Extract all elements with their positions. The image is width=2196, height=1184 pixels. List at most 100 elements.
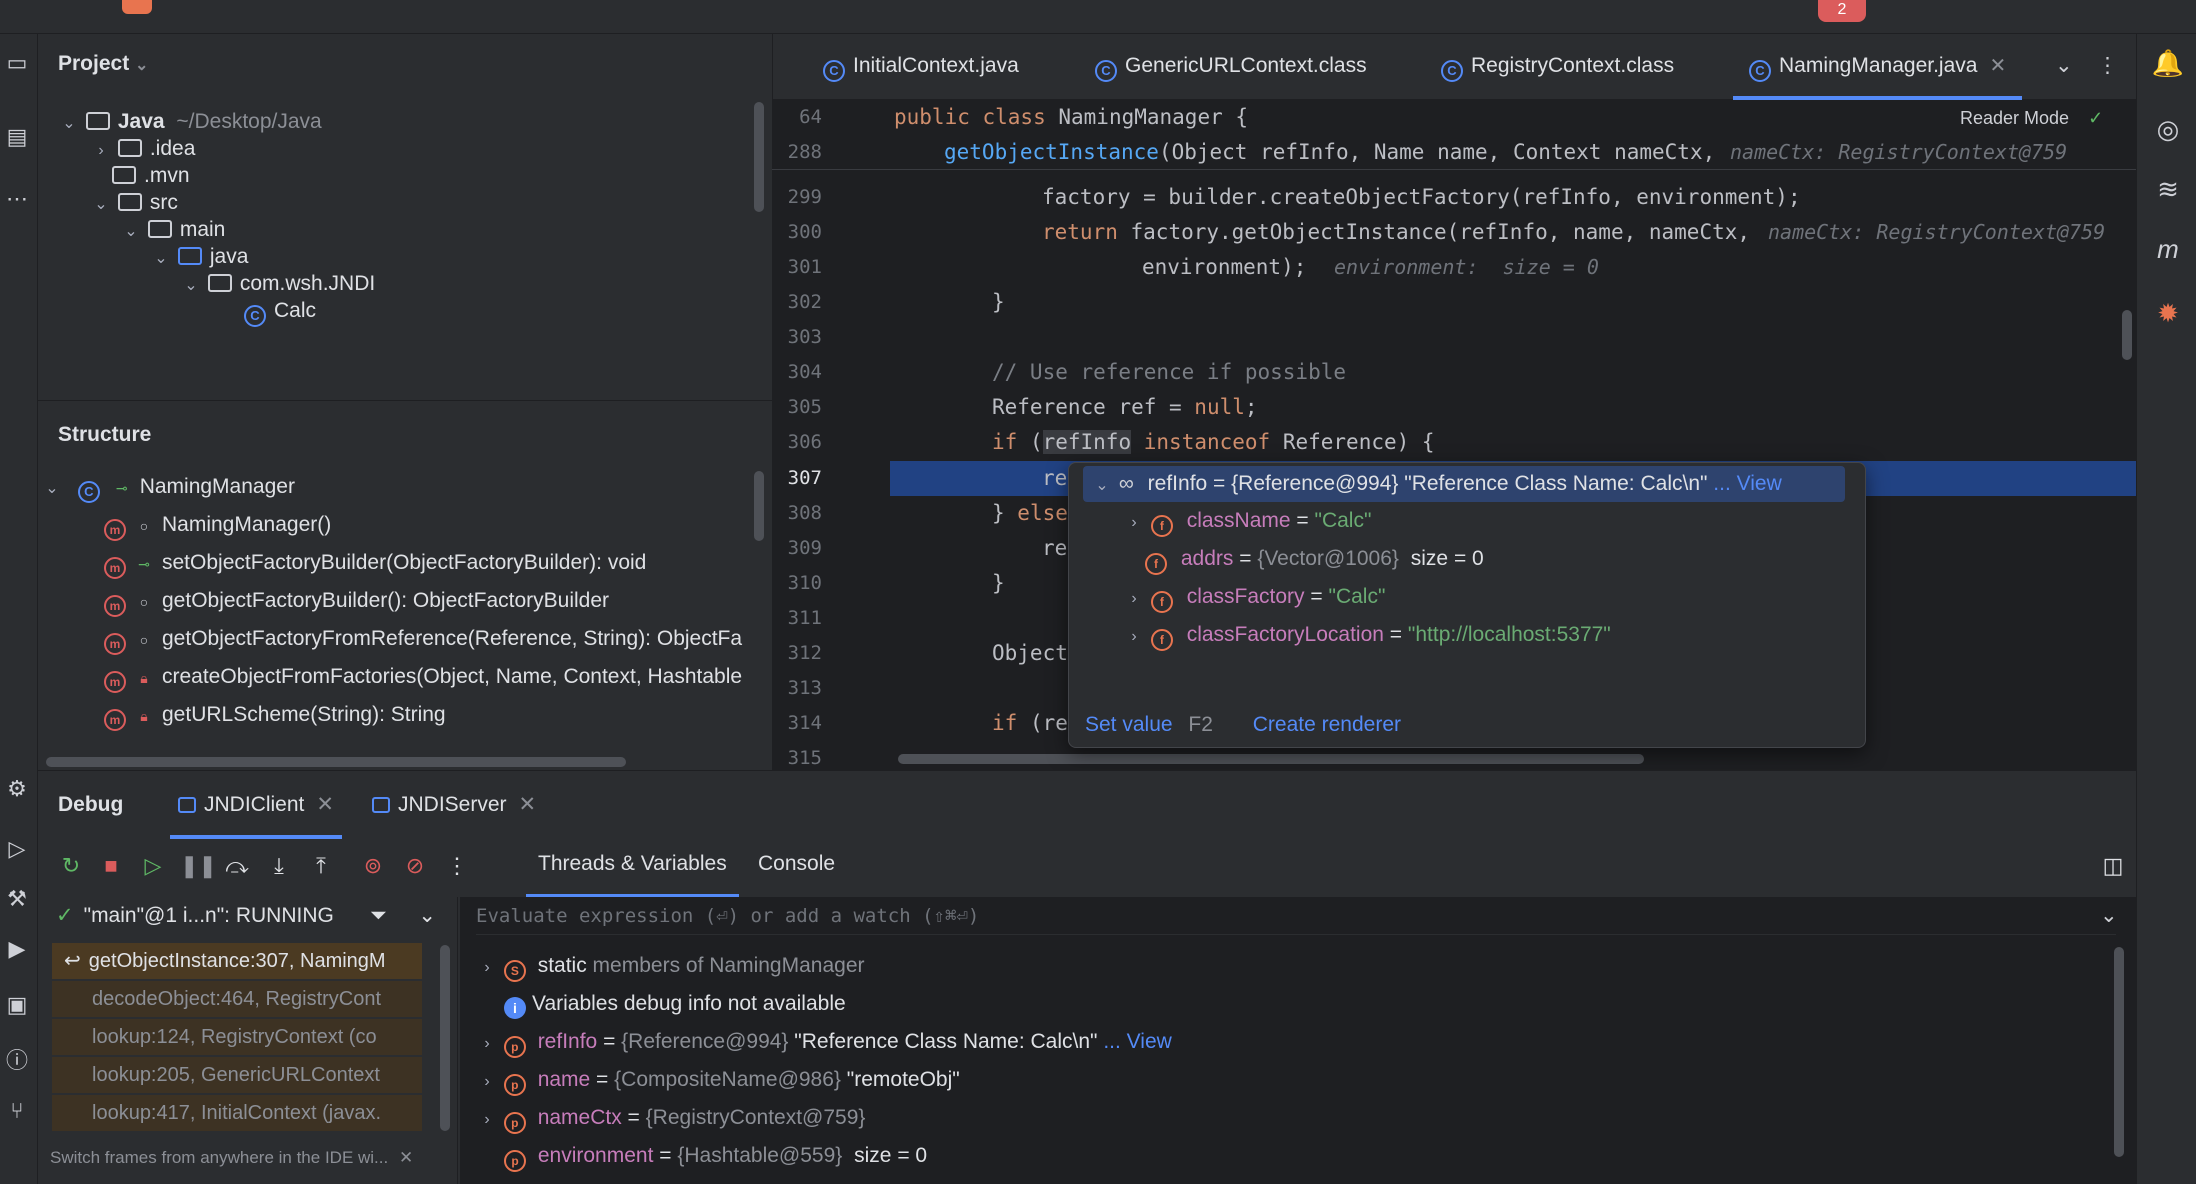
git-icon[interactable]: ⑂	[2, 1096, 32, 1126]
variable-row[interactable]: › p refInfo = {Reference@994} "Reference…	[476, 1023, 1172, 1061]
popup-root-row[interactable]: ⌄ ∞ refInfo = {Reference@994} "Reference…	[1083, 466, 1845, 502]
notification-badge[interactable]: 2	[1818, 0, 1866, 22]
close-icon[interactable]: ✕	[399, 1148, 413, 1167]
mute-breakpoints-icon[interactable]: ⊘	[400, 851, 430, 881]
variable-row[interactable]: › p nameCtx = {RegistryContext@759}	[476, 1099, 865, 1137]
view-link[interactable]: ... View	[1103, 1030, 1171, 1053]
package-private-icon: ○	[139, 518, 149, 534]
session-tab-jndiserver[interactable]: JNDIServer ✕	[372, 771, 536, 839]
right-tool-strip: 🔔 ◎ ≋ m ✹	[2136, 34, 2196, 1184]
database-icon[interactable]: ≋	[2151, 172, 2185, 206]
rerun-icon[interactable]: ↻	[56, 851, 86, 881]
structure-scrollbar[interactable]	[754, 471, 764, 541]
reader-mode-button[interactable]: Reader Mode ✓	[1960, 108, 2103, 129]
variable-row[interactable]: › p name = {CompositeName@986} "remoteOb…	[476, 1061, 960, 1099]
frames-scrollbar[interactable]	[440, 945, 450, 1131]
problems-icon[interactable]: ⓘ	[2, 1046, 32, 1076]
tab-threads-variables[interactable]: Threads & Variables	[526, 831, 739, 897]
filter-icon[interactable]: ⏷	[370, 904, 387, 927]
popup-field-row[interactable]: › f classFactory = "Calc"	[1123, 579, 1385, 615]
tabs-more-icon[interactable]: ⋮	[2097, 34, 2118, 100]
structure-member[interactable]: m ○ getObjectFactoryBuilder(): ObjectFacto…	[104, 583, 609, 619]
tab-namingmanager[interactable]: C NamingManager.java ✕	[1733, 34, 2023, 100]
structure-member[interactable]: m ○ NamingManager()	[104, 507, 331, 543]
code-line: Object	[992, 641, 1068, 665]
line-number: 301	[787, 256, 822, 278]
structure-hscrollbar[interactable]	[46, 757, 626, 767]
tabs-dropdown-icon[interactable]: ⌄	[2055, 34, 2073, 100]
close-icon[interactable]: ✕	[519, 793, 537, 816]
sticky-header: 64 public class NamingManager { 288 getO…	[772, 100, 2136, 170]
code-comment: // Use reference if possible	[992, 360, 1347, 384]
view-breakpoints-icon[interactable]: ⊚	[358, 851, 388, 881]
set-value-link[interactable]: Set value	[1085, 713, 1173, 736]
static-method-icon: m	[104, 633, 126, 655]
layout-icon[interactable]: ▤	[2, 122, 32, 152]
view-link[interactable]: ... View	[1713, 472, 1781, 495]
editor-hscrollbar[interactable]	[898, 754, 1644, 764]
project-scrollbar[interactable]	[754, 102, 764, 212]
structure-class[interactable]: ⌄ C ⊸ NamingManager	[38, 469, 295, 505]
close-icon[interactable]: ✕	[1989, 55, 2006, 77]
frame-item[interactable]: lookup:205, GenericURLContext	[52, 1057, 422, 1093]
structure-member[interactable]: m ○ getObjectFactoryFromReference(Referenc…	[104, 621, 742, 657]
terminal-icon[interactable]: ▣	[2, 990, 32, 1020]
structure-member[interactable]: m 🔒︎ getURLScheme(String): String	[104, 697, 446, 733]
class-icon: C	[1749, 60, 1771, 82]
method-icon: m	[104, 519, 126, 541]
project-title[interactable]: Project ⌄	[58, 52, 148, 76]
popup-field-row[interactable]: › f className = "Calc"	[1123, 503, 1371, 539]
evaluate-input[interactable]: Evaluate expression (⏎) or add a watch (…	[476, 897, 2116, 935]
session-tab-jndiclient[interactable]: JNDIClient ✕	[170, 771, 342, 839]
resume-icon[interactable]: ▷	[138, 851, 168, 881]
popup-field-row[interactable]: f addrs = {Vector@1006} size = 0	[1145, 541, 1484, 577]
chevron-right-icon: ›	[484, 1073, 490, 1090]
folder-icon[interactable]: ▭	[2, 48, 32, 78]
ai-chat-icon[interactable]: ◎	[2151, 112, 2185, 146]
pause-icon[interactable]: ❚❚	[180, 851, 217, 881]
debug-icon[interactable]: ⚙	[2, 774, 32, 804]
maven-icon[interactable]: m	[2151, 232, 2185, 266]
tree-item-calc[interactable]: C Calc	[244, 293, 316, 329]
frame-item[interactable]: decodeObject:464, RegistryCont	[52, 981, 422, 1017]
debug-panel: Debug JNDIClient ✕ JNDIServer ✕ ↻ ■ ▷ ❚❚ ⤼…	[38, 770, 2136, 1184]
layout-icon[interactable]: ◫	[2098, 851, 2128, 881]
info-row: i Variables debug info not available	[504, 985, 846, 1023]
tab-registrycontext[interactable]: C RegistryContext.class	[1441, 34, 1674, 100]
stop-icon[interactable]: ■	[96, 851, 126, 881]
create-renderer-link[interactable]: Create renderer	[1253, 713, 1401, 736]
plugin-icon[interactable]: ✹	[2151, 296, 2185, 330]
tab-console[interactable]: Console	[758, 831, 835, 897]
variable-row[interactable]: › S static members of NamingManager	[476, 947, 865, 985]
step-over-icon[interactable]: ⤼	[222, 851, 252, 881]
frame-item[interactable]: lookup:417, InitialContext (javax.	[52, 1095, 422, 1131]
services-icon[interactable]: ▶	[2, 934, 32, 964]
chevron-down-icon[interactable]: ⌄	[418, 904, 436, 927]
variables-scrollbar[interactable]	[2114, 947, 2124, 1157]
popup-field-row[interactable]: › f classFactoryLocation = "http://local…	[1123, 617, 1611, 653]
structure-member[interactable]: m 🔒︎ createObjectFromFactories(Object, Nam…	[104, 659, 742, 695]
structure-member[interactable]: m ⊸ setObjectFactoryBuilder(ObjectFactoryB…	[104, 545, 646, 581]
chevron-down-icon[interactable]: ⌄	[2100, 897, 2118, 935]
editor-scrollbar[interactable]	[2122, 310, 2132, 360]
folder-icon	[85, 112, 110, 130]
tab-initialcontext[interactable]: C InitialContext.java	[823, 34, 1019, 100]
chevron-right-icon: ›	[98, 142, 104, 159]
thread-selector[interactable]: ✓ "main"@1 i...n": RUNNING ⏷ ⌄	[56, 897, 436, 935]
variable-row[interactable]: p environment = {Hashtable@559} size = 0	[504, 1137, 927, 1175]
run-icon[interactable]: ▷	[2, 834, 32, 864]
frame-item[interactable]: ↩ getObjectInstance:307, NamingM	[52, 943, 422, 979]
static-method-icon: m	[104, 709, 126, 731]
info-icon: i	[504, 997, 526, 1019]
tab-genericurlcontext[interactable]: C GenericURLContext.class	[1095, 34, 1367, 100]
frame-item[interactable]: lookup:124, RegistryContext (co	[52, 1019, 422, 1055]
hammer-icon[interactable]: ⚒	[2, 884, 32, 914]
close-icon[interactable]: ✕	[316, 793, 334, 816]
bell-icon[interactable]: 🔔	[2151, 46, 2185, 80]
return-icon: ↩	[64, 950, 81, 972]
more-icon[interactable]: ⋮	[442, 851, 472, 881]
private-lock-icon: 🔒︎	[140, 708, 148, 724]
step-out-icon[interactable]: ⤒	[306, 851, 336, 881]
step-into-icon[interactable]: ⤓	[264, 851, 294, 881]
more-icon[interactable]: ⋯	[2, 184, 32, 214]
